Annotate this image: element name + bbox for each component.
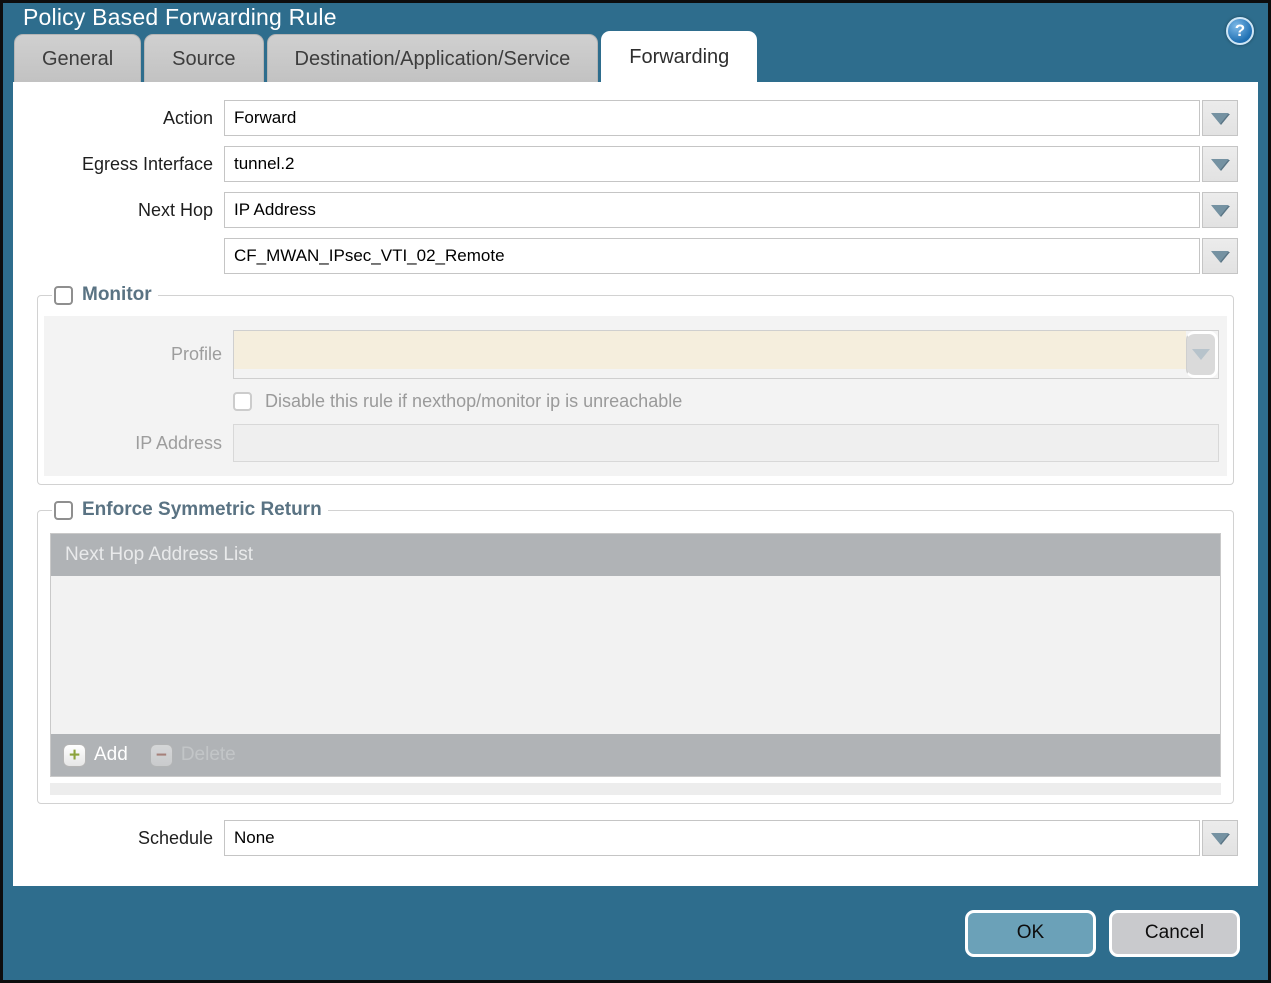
next-hop-address-row: CF_MWAN_IPsec_VTI_02_Remote [13,238,1252,274]
egress-interface-row: Egress Interface tunnel.2 [13,146,1252,182]
disable-rule-checkbox [233,392,252,411]
chevron-down-icon [1211,833,1229,844]
plus-icon: + [63,744,86,767]
pbf-rule-dialog: Policy Based Forwarding Rule ? General S… [0,0,1271,983]
egress-interface-dropdown-button[interactable] [1202,146,1238,182]
next-hop-row: Next Hop IP Address [13,192,1252,228]
cancel-button[interactable]: Cancel [1109,910,1240,957]
minus-icon: − [150,744,173,767]
action-label: Action [13,108,224,129]
monitor-panel: Profile Disable this rule if nexthop/mon… [44,316,1227,476]
profile-select-disabled [233,330,1219,379]
add-button[interactable]: + Add [63,744,128,767]
next-hop-address-dropdown-button[interactable] [1202,238,1238,274]
forwarding-tab-panel: Action Forward Egress Interface tunnel.2… [13,82,1258,886]
chevron-down-icon [1211,205,1229,216]
schedule-label: Schedule [13,828,224,849]
chevron-down-icon [1211,113,1229,124]
enforce-symmetric-return-checkbox[interactable] [54,501,73,520]
chevron-down-icon [1211,159,1229,170]
tab-destination-application-service[interactable]: Destination/Application/Service [267,34,599,82]
chevron-down-icon [1211,251,1229,262]
next-hop-address-list-table: Next Hop Address List + Add − Delete [50,533,1221,777]
chevron-down-icon [1192,349,1210,360]
enforce-symmetric-return-group: Enforce Symmetric Return Next Hop Addres… [37,499,1234,804]
profile-value [234,331,1186,369]
next-hop-type-select[interactable]: IP Address [224,192,1200,228]
monitor-ip-address-row: IP Address [44,424,1227,462]
profile-dropdown-button-disabled [1186,331,1218,378]
next-hop-address-list-body[interactable] [51,576,1220,734]
egress-interface-select[interactable]: tunnel.2 [224,146,1200,182]
action-dropdown-button[interactable] [1202,100,1238,136]
action-select[interactable]: Forward [224,100,1200,136]
dialog-title: Policy Based Forwarding Rule [23,4,337,31]
next-hop-address-list-toolbar: + Add − Delete [51,734,1220,776]
monitor-profile-row: Profile [44,330,1227,379]
schedule-dropdown-button[interactable] [1202,820,1238,856]
tab-source[interactable]: Source [144,34,263,82]
schedule-select[interactable]: None [224,820,1200,856]
dialog-footer: OK Cancel [3,886,1268,980]
egress-interface-label: Egress Interface [13,154,224,175]
tab-general[interactable]: General [14,34,141,82]
monitor-group-label: Monitor [82,284,152,306]
monitor-group: Monitor Profile Disable th [37,284,1234,485]
tab-forwarding[interactable]: Forwarding [601,31,757,82]
monitor-ip-address-input-disabled [233,424,1219,462]
tab-bar: General Source Destination/Application/S… [3,31,1268,82]
action-row: Action Forward [13,100,1252,136]
ok-button[interactable]: OK [965,910,1096,957]
help-icon[interactable]: ? [1226,17,1254,45]
table-bottom-strip [50,783,1221,795]
monitor-disable-rule-row: Disable this rule if nexthop/monitor ip … [44,391,1227,412]
next-hop-label: Next Hop [13,200,224,221]
schedule-row: Schedule None [13,820,1252,856]
next-hop-address-list-header: Next Hop Address List [51,534,1220,576]
profile-label: Profile [44,344,233,365]
dialog-titlebar: Policy Based Forwarding Rule ? [3,3,1268,31]
disable-rule-label: Disable this rule if nexthop/monitor ip … [265,391,682,412]
enforce-symmetric-return-label: Enforce Symmetric Return [82,499,322,521]
next-hop-type-dropdown-button[interactable] [1202,192,1238,228]
monitor-ip-address-label: IP Address [44,433,233,454]
delete-button: − Delete [150,744,236,767]
monitor-checkbox[interactable] [54,286,73,305]
next-hop-address-select[interactable]: CF_MWAN_IPsec_VTI_02_Remote [224,238,1200,274]
